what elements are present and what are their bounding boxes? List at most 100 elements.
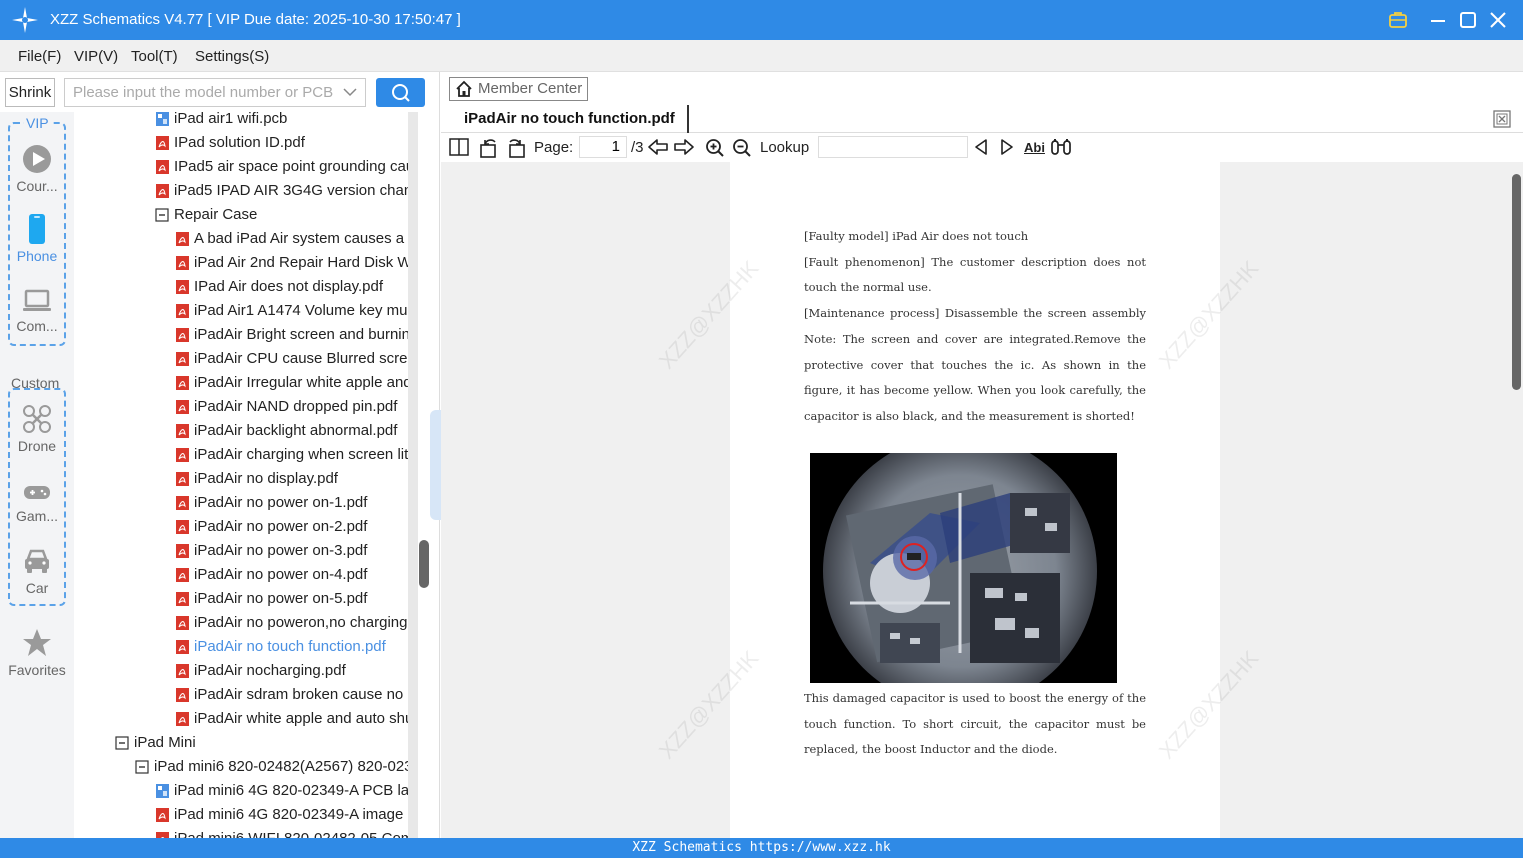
tree-item-label: iPad Air1 A1474 Volume key mu bbox=[194, 302, 408, 319]
tree-file[interactable]: iPad5 IPAD AIR 3G4G version change bbox=[155, 179, 408, 203]
pdf-file-icon bbox=[176, 328, 189, 343]
tree-file[interactable]: iPadAir Bright screen and burning bbox=[175, 323, 408, 347]
tree-item-label: iPadAir no power on-2.pdf bbox=[194, 518, 368, 535]
find-next-icon[interactable] bbox=[999, 138, 1015, 156]
collapse-icon bbox=[155, 208, 169, 222]
tree-file[interactable]: iPad Air 2nd Repair Hard Disk W bbox=[175, 251, 408, 275]
lookup-label: Lookup bbox=[760, 139, 810, 156]
zoom-in-icon[interactable] bbox=[705, 138, 725, 158]
viewer-scrollbar-thumb[interactable] bbox=[1512, 174, 1521, 390]
tree-file[interactable]: iPadAir sdram broken cause no bbox=[175, 683, 403, 707]
category-courses[interactable]: Cour... bbox=[9, 144, 65, 194]
tree-item-label: IPad Air does not display.pdf bbox=[194, 278, 384, 295]
pdf-viewer[interactable]: [Faulty model] iPad Air does not touch [… bbox=[441, 162, 1523, 838]
category-computer[interactable]: Com... bbox=[9, 288, 65, 334]
document-panel: Member Center iPadAir no touch function.… bbox=[441, 72, 1523, 838]
tree-item-label: iPadAir no power on-5.pdf bbox=[194, 590, 368, 607]
tree-folder[interactable]: Repair Case bbox=[155, 203, 257, 227]
maximize-button[interactable] bbox=[1456, 8, 1480, 32]
tree-file[interactable]: iPad Air1 A1474 Volume key mu bbox=[175, 299, 407, 323]
tree-scrollbar-thumb[interactable] bbox=[419, 540, 429, 588]
pdf-file-icon bbox=[156, 160, 169, 175]
pcb-file-icon bbox=[156, 784, 169, 799]
menu-file[interactable]: File(F) bbox=[18, 48, 61, 65]
tree-item-label: A bad iPad Air system causes a bbox=[194, 230, 405, 247]
drone-icon bbox=[23, 405, 51, 433]
lookup-input[interactable] bbox=[818, 136, 968, 158]
model-search-input[interactable]: Please input the model number or PCB bbox=[64, 78, 366, 107]
tree-file[interactable]: iPadAir no power on-4.pdf bbox=[175, 563, 367, 587]
rotate-left-icon[interactable] bbox=[479, 138, 499, 158]
page-number-input[interactable]: 1 bbox=[579, 136, 627, 158]
tab-document[interactable]: iPadAir no touch function.pdf bbox=[449, 105, 689, 133]
pdf-file-icon bbox=[176, 448, 189, 463]
tree-file[interactable]: iPadAir backlight abnormal.pdf bbox=[175, 419, 397, 443]
pdf-file-icon bbox=[176, 616, 189, 631]
tree-file[interactable]: iPad air1 wifi.pcb bbox=[155, 112, 287, 131]
pdf-paragraph-process: [Maintenance process] Disassemble the sc… bbox=[804, 306, 1146, 423]
tree-folder[interactable]: iPad mini6 820-02482(A2567) 820-023 bbox=[135, 755, 408, 779]
menu-settings[interactable]: Settings(S) bbox=[195, 48, 269, 65]
pdf-file-icon bbox=[176, 520, 189, 535]
zoom-out-icon[interactable] bbox=[732, 138, 752, 158]
tree-file[interactable]: iPadAir CPU cause Blurred screen bbox=[175, 347, 408, 371]
tree-file[interactable]: iPadAir no poweron,no charging bbox=[175, 611, 407, 635]
tree-file[interactable]: IPad5 air space point grounding cause bbox=[155, 155, 408, 179]
pcb-microscope-image bbox=[810, 453, 1117, 683]
tree-file[interactable]: iPadAir no power on-3.pdf bbox=[175, 539, 367, 563]
tree-file[interactable]: iPad mini6 4G 820-02349-A image bbox=[155, 803, 403, 827]
pdf-file-icon bbox=[176, 400, 189, 415]
tree-file[interactable]: iPadAir no power on-5.pdf bbox=[175, 587, 367, 611]
next-page-icon[interactable] bbox=[674, 138, 694, 156]
category-car[interactable]: Car bbox=[9, 546, 65, 596]
tree-file[interactable]: iPadAir charging when screen lit bbox=[175, 443, 408, 467]
sidebar-toggle-icon[interactable] bbox=[449, 138, 469, 156]
category-favorites[interactable]: Favorites bbox=[8, 628, 66, 678]
tree-file[interactable]: A bad iPad Air system causes a bbox=[175, 227, 404, 251]
category-games[interactable]: Gam... bbox=[9, 480, 65, 524]
pdf-file-icon bbox=[176, 280, 189, 295]
member-center-button[interactable]: Member Center bbox=[449, 77, 588, 101]
tree-file[interactable]: iPadAir no power on-1.pdf bbox=[175, 491, 367, 515]
chevron-down-icon[interactable] bbox=[343, 87, 357, 97]
tree-item-label: iPadAir CPU cause Blurred screen bbox=[194, 350, 408, 367]
category-phone[interactable]: Phone bbox=[9, 214, 65, 264]
tree-folder[interactable]: iPad Mini bbox=[115, 731, 196, 755]
tree-file[interactable]: iPadAir nocharging.pdf bbox=[175, 659, 346, 683]
phone-icon bbox=[29, 214, 45, 244]
category-drone[interactable]: Drone bbox=[9, 404, 65, 454]
pdf-file-icon bbox=[176, 472, 189, 487]
tree-file[interactable]: iPadAir no display.pdf bbox=[175, 467, 338, 491]
minimize-button[interactable] bbox=[1426, 8, 1450, 32]
menu-vip[interactable]: VIP(V) bbox=[74, 48, 118, 65]
tree-file[interactable]: iPadAir Irregular white apple and bbox=[175, 371, 408, 395]
pdf-file-icon bbox=[176, 664, 189, 679]
footer-banner: XZZ Schematics https://www.xzz.hk bbox=[0, 838, 1523, 858]
tree-file[interactable]: iPadAir no touch function.pdf bbox=[175, 635, 386, 659]
tree-file[interactable]: iPad mini6 WIFI 820-02482-05 Com bbox=[155, 827, 408, 838]
match-text-icon[interactable]: Abi bbox=[1024, 140, 1045, 155]
tree-file[interactable]: IPad Air does not display.pdf bbox=[175, 275, 383, 299]
title-bar: XZZ Schematics V4.77 [ VIP Due date: 202… bbox=[0, 0, 1523, 40]
binoculars-icon[interactable] bbox=[1050, 138, 1072, 156]
rotate-right-icon[interactable] bbox=[506, 138, 526, 158]
tree-file[interactable]: iPad mini6 4G 820-02349-A PCB la bbox=[155, 779, 408, 803]
tree-file[interactable]: iPadAir white apple and auto shut bbox=[175, 707, 408, 731]
pdf-file-icon bbox=[176, 688, 189, 703]
shrink-button[interactable]: Shrink bbox=[5, 78, 55, 107]
close-button[interactable] bbox=[1486, 8, 1510, 32]
tree-item-label: iPad mini6 WIFI 820-02482-05 Com bbox=[174, 830, 408, 838]
briefcase-icon[interactable] bbox=[1386, 8, 1410, 32]
previous-page-icon[interactable] bbox=[648, 138, 668, 156]
collapse-panel-handle[interactable] bbox=[430, 410, 441, 520]
close-tab-icon[interactable] bbox=[1493, 110, 1511, 128]
window-title: XZZ Schematics V4.77 [ VIP Due date: 202… bbox=[50, 11, 461, 28]
tree-file[interactable]: IPad solution ID.pdf bbox=[155, 131, 305, 155]
find-previous-icon[interactable] bbox=[973, 138, 989, 156]
tree-item-label: iPadAir no display.pdf bbox=[194, 470, 338, 487]
menu-tool[interactable]: Tool(T) bbox=[131, 48, 178, 65]
search-button[interactable] bbox=[376, 78, 425, 107]
tree-scrollbar[interactable] bbox=[408, 112, 418, 838]
tree-file[interactable]: iPadAir NAND dropped pin.pdf bbox=[175, 395, 397, 419]
tree-file[interactable]: iPadAir no power on-2.pdf bbox=[175, 515, 367, 539]
